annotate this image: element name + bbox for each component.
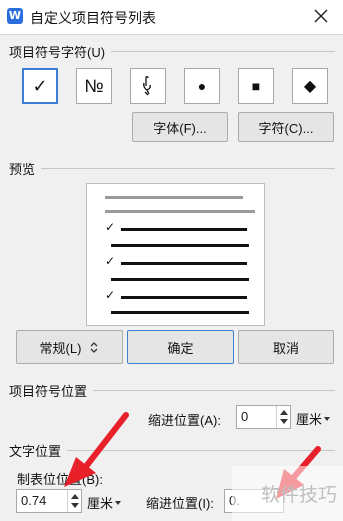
annotation-arrow-icon (64, 412, 129, 487)
tab-stop-value: 0.74 (21, 493, 47, 508)
bullet-option-square[interactable]: ■ (238, 68, 274, 104)
numero-sign-bullet-icon: № (84, 75, 104, 96)
hand-pointer-bullet-icon (143, 75, 151, 96)
tab-stop-spinner[interactable]: 0.74 (16, 489, 82, 513)
filled-circle-bullet-icon: ● (197, 78, 207, 94)
checkmark-bullet-icon: ✓ (32, 75, 48, 96)
bullet-indent-value: 0 (241, 409, 249, 424)
symbol-section-header: 项目符号字符(U) (9, 42, 335, 61)
symbol-section-label: 项目符号字符(U) (9, 45, 106, 60)
tab-stop-unit-dropdown[interactable]: 厘米 (87, 493, 122, 512)
bullet-option-numero[interactable]: № (76, 68, 112, 104)
divider (41, 168, 335, 169)
bullet-option-hand[interactable] (130, 68, 166, 104)
bullet-option-checkmark[interactable]: ✓ (22, 68, 58, 104)
preview-line (105, 210, 255, 213)
preview-section-header: 预览 (9, 159, 335, 178)
bullet-option-circle[interactable]: ● (184, 68, 220, 104)
expand-arrows-icon (90, 342, 98, 353)
bullet-indent-unit-dropdown[interactable]: 厘米 (296, 409, 331, 428)
title-bar: W 自定义项目符号列表 (0, 0, 343, 34)
close-button[interactable] (309, 4, 333, 28)
cancel-button[interactable]: 取消 (238, 330, 334, 364)
dialog-body: 项目符号字符(U) ✓ № ● ■ ◆ 字体(F)... 字符(C)... 预览 (0, 34, 343, 521)
tab-stop-unit: 厘米 (87, 496, 114, 511)
bullet-position-header: 项目符号位置 (9, 381, 335, 400)
bullet-indent-unit: 厘米 (296, 412, 323, 427)
bullet-position-label: 项目符号位置 (9, 384, 88, 399)
character-button[interactable]: 字符(C)... (238, 112, 334, 142)
spinner-arrows[interactable] (276, 406, 290, 428)
watermark: 软件技巧 (232, 466, 343, 521)
close-icon (314, 9, 328, 23)
bullet-preview-pane: ✓ ✓ ✓ (86, 183, 265, 326)
bullet-indent-label: 缩进位置(A): (148, 413, 221, 428)
text-indent-label: 缩进位置(I): (146, 496, 214, 511)
chevron-down-icon (324, 416, 331, 421)
preview-bullet: ✓ (105, 254, 116, 268)
spin-up-icon[interactable] (71, 494, 79, 499)
general-button[interactable]: 常规(L) (16, 330, 123, 364)
wps-writer-icon: W (7, 8, 23, 24)
preview-section-label: 预览 (9, 162, 36, 177)
ok-button[interactable]: 确定 (127, 330, 234, 364)
spin-up-icon[interactable] (280, 410, 288, 415)
preview-line (121, 262, 247, 265)
preview-line (105, 196, 243, 199)
bullet-symbol-row: ✓ № ● ■ ◆ (22, 68, 328, 104)
bullet-indent-spinner[interactable]: 0 (236, 405, 291, 429)
filled-square-bullet-icon: ■ (251, 78, 261, 94)
preview-bullet: ✓ (105, 288, 116, 302)
divider (93, 390, 335, 391)
preview-line (121, 228, 247, 231)
spin-down-icon[interactable] (280, 419, 288, 424)
bullet-option-diamond[interactable]: ◆ (292, 68, 328, 104)
spin-down-icon[interactable] (71, 503, 79, 508)
filled-diamond-bullet-icon: ◆ (303, 78, 317, 95)
preview-line (111, 244, 249, 247)
spinner-arrows[interactable] (67, 490, 81, 512)
preview-line (121, 296, 247, 299)
preview-line (111, 278, 249, 281)
watermark-text: 软件技巧 (260, 485, 337, 506)
general-button-label: 常规(L) (39, 340, 82, 356)
font-button[interactable]: 字体(F)... (132, 112, 228, 142)
preview-bullet: ✓ (105, 220, 116, 234)
chevron-down-icon (115, 500, 122, 505)
window-title: 自定义项目符号列表 (30, 10, 156, 26)
preview-line (111, 311, 249, 314)
divider (111, 51, 335, 52)
